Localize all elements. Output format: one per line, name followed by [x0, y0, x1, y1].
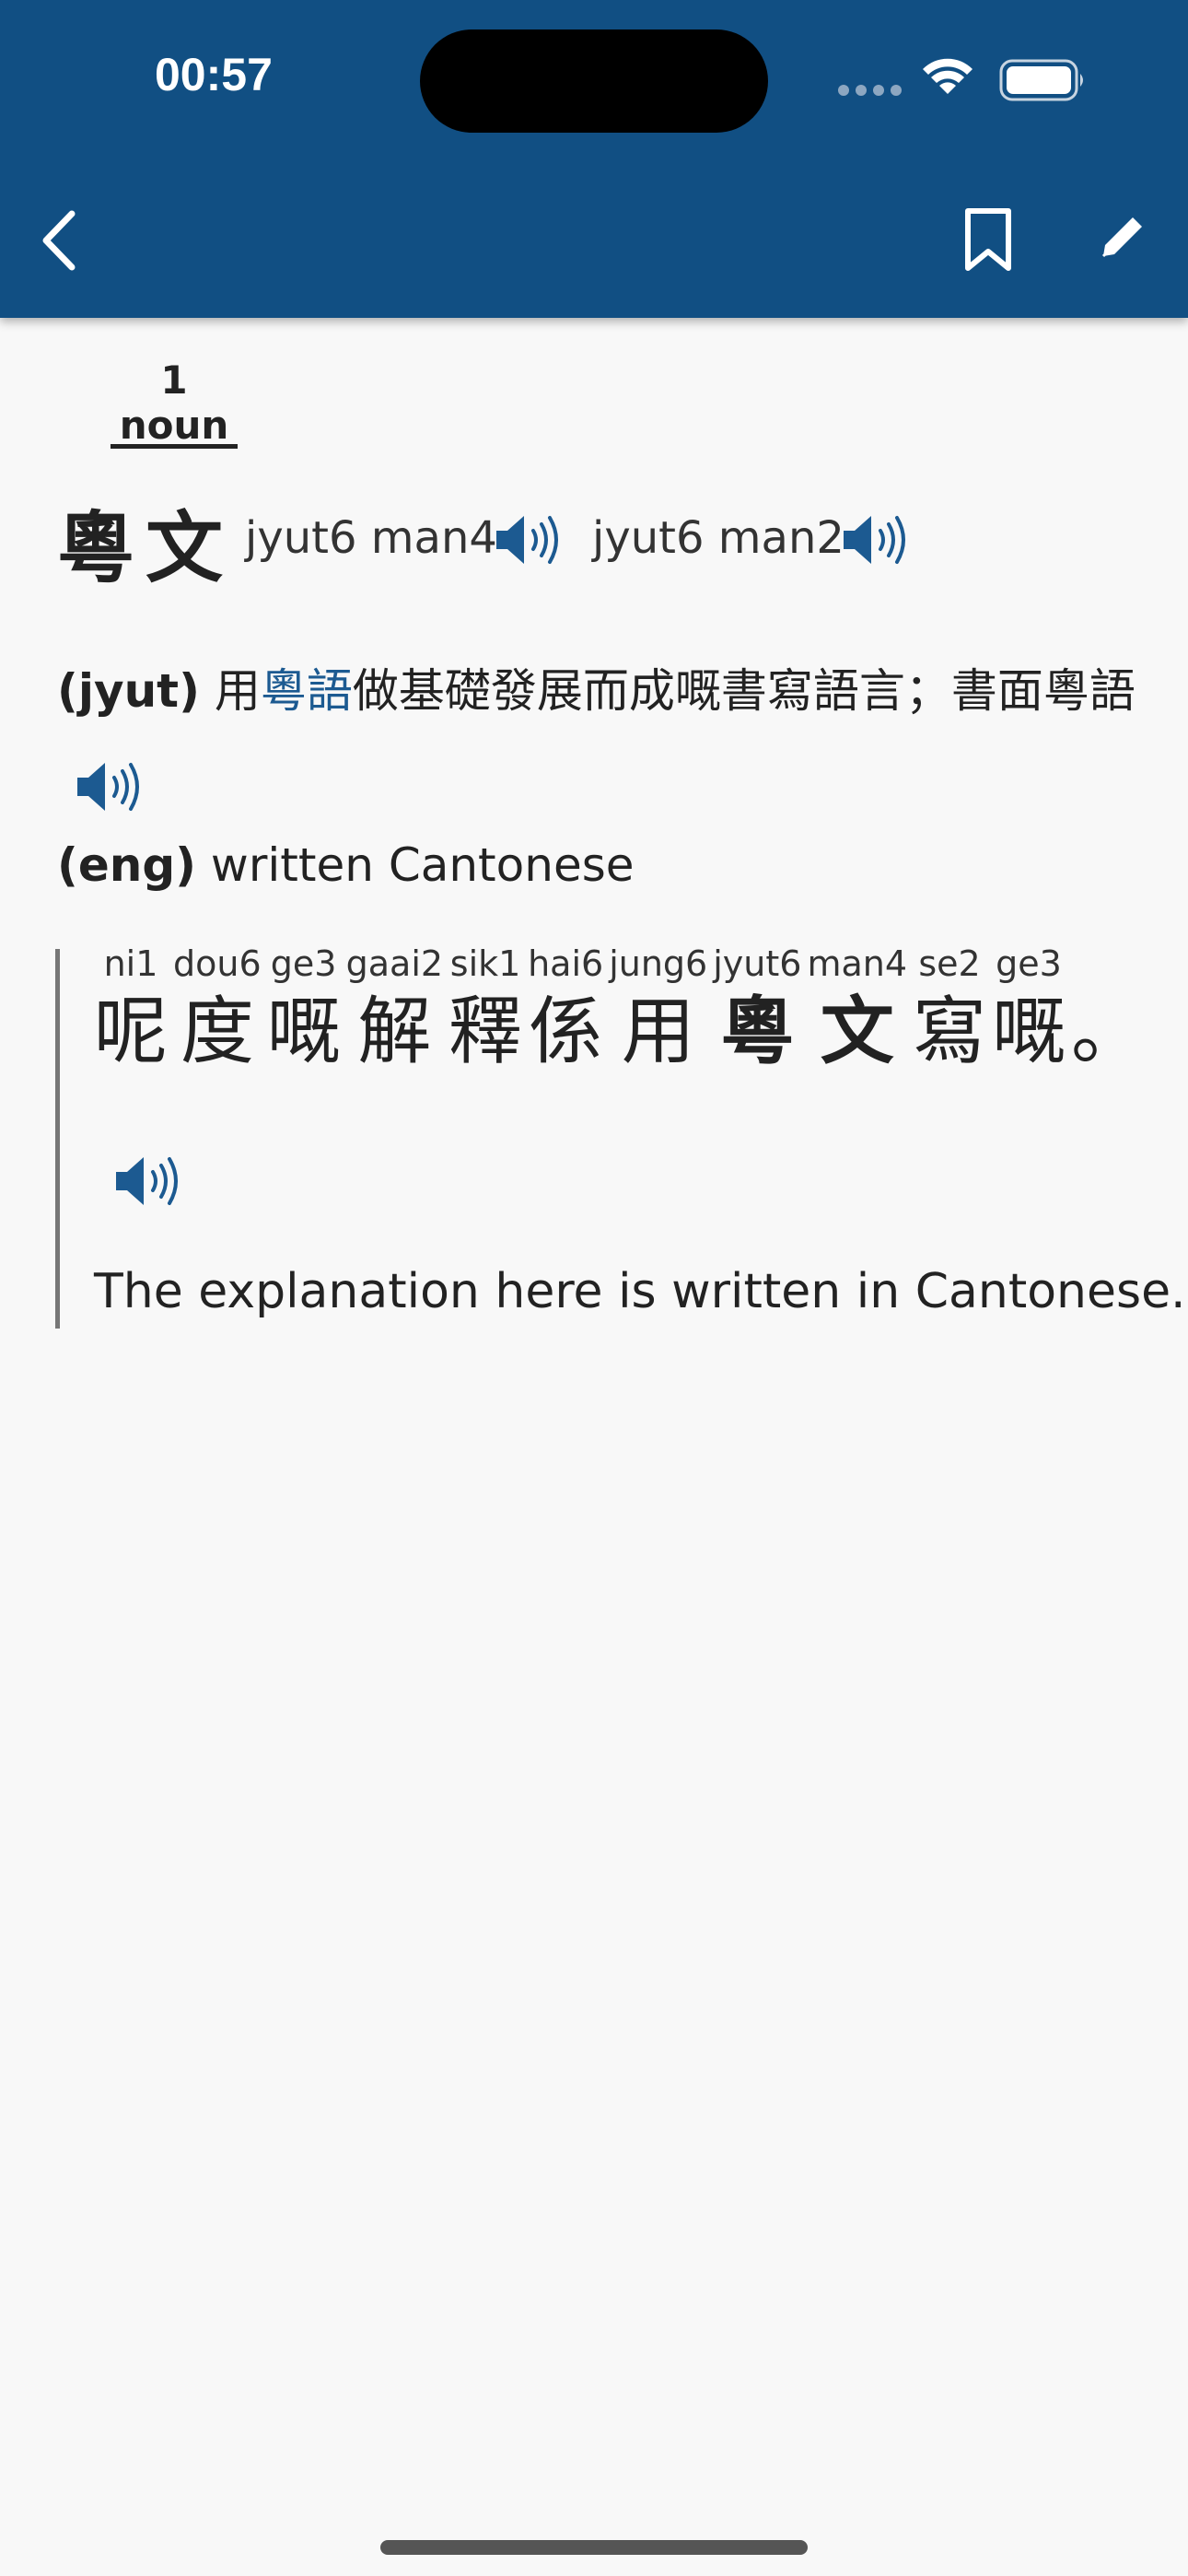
jyutping-annotation: jung6	[609, 943, 708, 984]
definition-text: 做基礎發展而成嘅書寫語言；書面粵語	[352, 664, 1136, 718]
chinese-character: 。	[1071, 989, 1146, 1074]
chinese-character: 係	[529, 989, 603, 1074]
lang-label: (jyut)	[57, 664, 200, 718]
pencil-icon[interactable]	[1096, 212, 1147, 263]
chinese-character: 寫	[913, 989, 987, 1074]
jyutping-annotation: se2	[918, 943, 981, 984]
example-character: ni1 呢	[94, 942, 168, 1078]
jyutping-annotation: ni1	[103, 943, 158, 984]
example-character: ge3 嘅	[267, 942, 341, 1078]
chinese-character: 呢	[94, 989, 168, 1074]
speaker-icon[interactable]	[840, 512, 912, 568]
chinese-character: 度	[180, 989, 254, 1074]
example-character: dou6 度	[173, 942, 262, 1078]
dynamic-island	[420, 29, 768, 133]
cellular-signal-icon	[838, 85, 903, 96]
jyutping-annotation: hai6	[528, 943, 604, 984]
example-character: ge3 嘅	[992, 942, 1066, 1078]
example-character: se2 寫	[913, 942, 986, 1078]
chinese-character: 文	[820, 989, 894, 1074]
word-link[interactable]: 粵語	[261, 664, 353, 718]
example-character: gaai2 解	[346, 942, 443, 1078]
jyutping-annotation: man4	[807, 943, 908, 984]
definition-text: written Cantonese	[210, 838, 635, 892]
definition-text: 用	[214, 664, 261, 718]
wifi-icon	[923, 58, 973, 94]
active-tab-indicator	[111, 444, 238, 449]
speaker-icon[interactable]	[74, 759, 146, 814]
example-character: hai6 係	[528, 942, 603, 1078]
jyutping-annotation: ge3	[996, 943, 1062, 984]
chinese-character: 釋	[448, 989, 523, 1074]
pronunciation-2: jyut6 man2	[592, 512, 844, 564]
lang-label: (eng)	[57, 838, 197, 892]
status-time: 00:57	[155, 49, 273, 100]
chinese-character: 粵	[720, 989, 795, 1074]
chinese-character: 用	[621, 989, 695, 1074]
chinese-character: 解	[357, 989, 432, 1074]
chinese-character: 嘅	[992, 989, 1066, 1074]
chevron-left-icon[interactable]	[37, 208, 83, 273]
bookmark-icon[interactable]	[962, 207, 1014, 274]
chinese-character: 嘅	[266, 989, 341, 1074]
jyutping-annotation: gaai2	[345, 943, 444, 984]
speaker-icon[interactable]	[493, 512, 565, 568]
example-ruby-row: ni1 呢 dou6 度 ge3 嘅 gaai2 解 sik1 釋 hai6 係 jung6 用 jyut6…	[94, 942, 1150, 1078]
jyutping-annotation: sik1	[449, 943, 521, 984]
headword: 粵文	[57, 503, 235, 593]
jyutping-annotation: dou6	[173, 943, 262, 984]
speaker-icon[interactable]	[112, 1153, 184, 1209]
definition-english: (eng) written Cantonese	[57, 838, 635, 892]
app-header: 00:57	[0, 0, 1188, 318]
example-character: 。	[1071, 942, 1145, 1078]
example-sentence: ni1 呢 dou6 度 ge3 嘅 gaai2 解 sik1 釋 hai6 係 jung6 用 jyut6…	[94, 942, 1150, 1078]
pronunciation-1: jyut6 man4	[245, 512, 497, 564]
tab-noun[interactable]: 1 noun	[111, 357, 238, 448]
example-character: jyut6 粵	[713, 942, 801, 1078]
example-character: jung6 用	[609, 942, 707, 1078]
battery-icon	[999, 59, 1083, 101]
example-character: sik1 釋	[448, 942, 522, 1078]
example-quote-bar	[55, 949, 60, 1329]
jyutping-annotation: ge3	[270, 943, 337, 984]
example-translation: The explanation here is written in Canto…	[94, 1264, 1186, 1319]
definition-cantonese: (jyut) 用粵語做基礎發展而成嘅書寫語言；書面粵語	[57, 645, 1144, 829]
example-character: man4 文	[807, 942, 907, 1078]
jyutping-annotation: jyut6	[713, 943, 802, 984]
home-indicator[interactable]	[380, 2540, 808, 2555]
